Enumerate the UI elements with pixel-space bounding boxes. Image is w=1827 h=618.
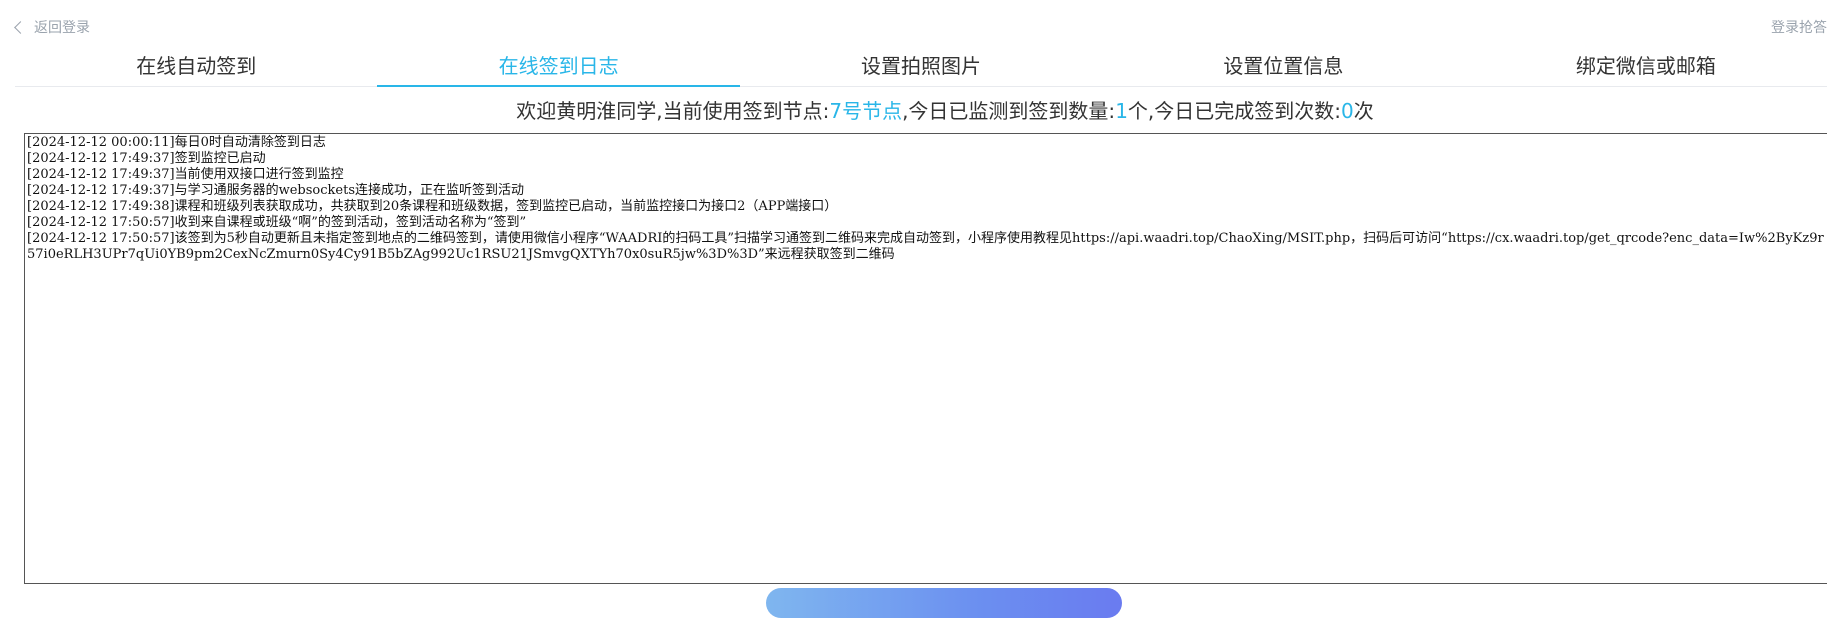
tab-bar: 在线自动签到 在线签到日志 设置拍照图片 设置位置信息 绑定微信或邮箱 (15, 48, 1827, 87)
back-to-login-label: 返回登录 (34, 20, 90, 36)
chevron-left-icon (14, 21, 27, 34)
log-line: [2024-12-12 17:49:37]当前使用双接口进行签到监控 (27, 167, 344, 182)
bottom-action-button[interactable] (766, 588, 1122, 618)
log-line: [2024-12-12 17:50:57]该签到为5秒自动更新且未指定签到地点的… (27, 231, 1824, 262)
tab-photo-settings[interactable]: 设置拍照图片 (740, 48, 1102, 86)
welcome-suffix: 次 (1353, 99, 1374, 123)
top-bar: 返回登录 登录抢答 (0, 0, 1827, 50)
log-line: [2024-12-12 17:49:37]与学习通服务器的websockets连… (27, 183, 525, 198)
signin-node: 7号节点 (829, 99, 903, 123)
tab-signin-log[interactable]: 在线签到日志 (377, 48, 741, 87)
welcome-prefix: 欢迎黄明淮同学,当前使用签到节点: (516, 99, 830, 123)
log-line: [2024-12-12 17:49:38]课程和班级列表获取成功，共获取到20条… (27, 199, 838, 214)
tab-online-auto-signin[interactable]: 在线自动签到 (15, 48, 377, 86)
tab-location-settings[interactable]: 设置位置信息 (1102, 48, 1464, 86)
welcome-mid1: ,今日已监测到签到数量: (902, 99, 1116, 123)
tab-bind-wechat-email[interactable]: 绑定微信或邮箱 (1465, 48, 1827, 86)
welcome-mid2: 个,今日已完成签到次数: (1127, 99, 1342, 123)
login-answer-link[interactable]: 登录抢答 (1771, 17, 1827, 37)
detected-count: 1 (1115, 99, 1128, 123)
log-line: [2024-12-12 00:00:11]每日0时自动清除签到日志 (27, 135, 326, 150)
signin-log-textarea[interactable]: [2024-12-12 00:00:11]每日0时自动清除签到日志 [2024-… (24, 133, 1827, 584)
back-to-login-link[interactable]: 返回登录 (14, 17, 90, 37)
log-line: [2024-12-12 17:49:37]签到监控已启动 (27, 151, 266, 166)
welcome-status: 欢迎黄明淮同学,当前使用签到节点:7号节点,今日已监测到签到数量:1个,今日已完… (0, 96, 1827, 126)
completed-count: 0 (1341, 99, 1354, 123)
log-line: [2024-12-12 17:50:57]收到来自课程或班级“啊”的签到活动，签… (27, 215, 527, 230)
